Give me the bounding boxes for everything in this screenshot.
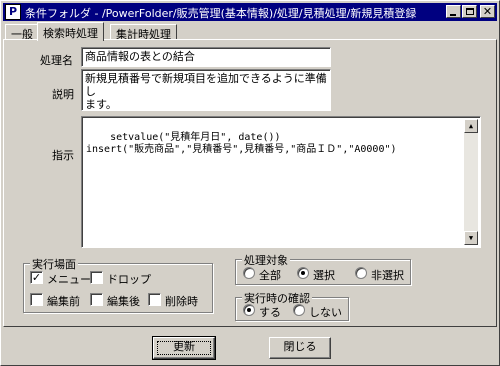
maximize-icon (466, 8, 474, 15)
radio-target-unselected-label: 非選択 (371, 269, 404, 282)
tab-aggregate-processing[interactable]: 集計時処理 (110, 24, 177, 41)
radio-target-selected-dot[interactable] (297, 267, 309, 279)
tab-general[interactable]: 一般 (5, 24, 39, 41)
focus-rectangle (157, 341, 211, 355)
checkbox-drop-box[interactable] (90, 271, 103, 284)
name-label: 処理名 (40, 54, 73, 67)
close-button[interactable]: ✕ (480, 5, 495, 18)
checkbox-on-delete-box[interactable] (148, 293, 161, 306)
close-dialog-button-label: 閉じる (283, 340, 317, 353)
app-icon[interactable]: P (5, 4, 21, 20)
scroll-up-button[interactable]: ▲ (464, 119, 478, 133)
name-field[interactable]: 商品情報の表との結合 (81, 47, 331, 67)
close-icon: ✕ (482, 5, 493, 18)
arrow-up-icon: ▲ (468, 122, 474, 130)
checkbox-after-edit-label: 編集後 (107, 295, 140, 308)
checkbox-before-edit-label: 編集前 (47, 295, 80, 308)
scroll-down-button[interactable]: ▼ (464, 231, 478, 245)
condition-folder-window: P 条件フォルダ - /PowerFolder/販売管理(基本情報)/処理/見積… (0, 0, 500, 366)
checkbox-on-delete-label: 削除時 (165, 295, 198, 308)
title-bar[interactable]: P 条件フォルダ - /PowerFolder/販売管理(基本情報)/処理/見積… (3, 3, 497, 21)
tab-search-processing[interactable]: 検索時処理 (37, 22, 104, 41)
checkbox-menu-box[interactable]: ✓ (30, 271, 43, 284)
checkbox-menu-label: メニュー (47, 273, 91, 286)
minimize-icon (450, 14, 456, 16)
checkbox-before-edit-box[interactable] (30, 293, 43, 306)
window-title: 条件フォルダ - /PowerFolder/販売管理(基本情報)/処理/見積処理… (25, 7, 417, 20)
command-text: setvalue("見積年月日", date()) insert("販売商品",… (86, 132, 397, 155)
update-button[interactable]: 更新 (152, 336, 216, 360)
exec-scene-title: 実行場面 (30, 256, 78, 272)
command-label: 指示 (52, 149, 74, 162)
radio-confirm-no-label: しない (309, 306, 342, 319)
description-label: 説明 (52, 88, 74, 101)
minimize-button[interactable] (446, 5, 461, 18)
radio-confirm-yes-label: する (259, 306, 281, 319)
radio-target-selected-label: 選択 (313, 269, 335, 282)
radio-target-all-label: 全部 (259, 269, 281, 282)
command-field[interactable]: setvalue("見積年月日", date()) insert("販売商品",… (81, 116, 481, 248)
radio-confirm-no-dot[interactable] (293, 304, 305, 316)
command-scrollbar[interactable]: ▲ ▼ (464, 119, 478, 245)
checkbox-drop-label: ドロップ (107, 273, 151, 286)
checkbox-after-edit-box[interactable] (90, 293, 103, 306)
radio-target-unselected-dot[interactable] (355, 267, 367, 279)
maximize-button[interactable] (462, 5, 477, 18)
radio-confirm-yes-dot[interactable] (243, 304, 255, 316)
arrow-down-icon: ▼ (468, 234, 474, 242)
close-dialog-button[interactable]: 閉じる (269, 337, 331, 359)
radio-target-all-dot[interactable] (243, 267, 255, 279)
target-title: 処理対象 (242, 252, 290, 268)
description-field[interactable]: 新規見積番号で新規項目を追加できるように準備し ます。 (81, 69, 331, 111)
